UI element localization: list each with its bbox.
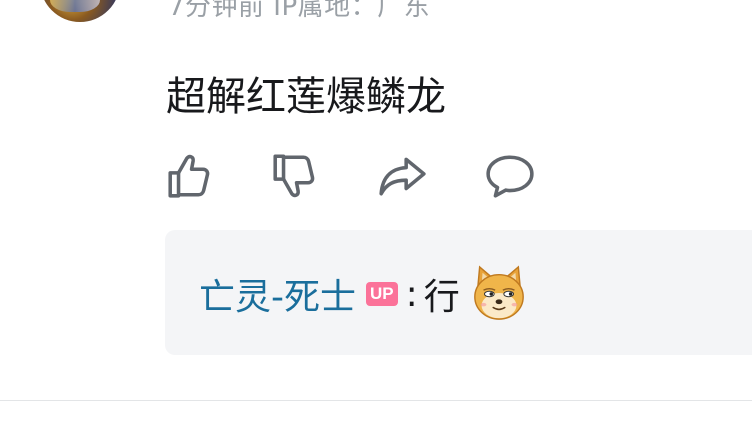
reply-username[interactable]: 亡灵-死士 [199, 268, 356, 320]
comment-meta: 7分钟前 IP属地：广东 [168, 0, 431, 22]
sub-reply-box[interactable]: 亡灵-死士 UP : 行 [165, 230, 752, 355]
thumbs-up-icon [168, 154, 210, 198]
comment-page: 7分钟前 IP属地：广东 超解红莲爆鳞龙 亡灵-死士 UP: 行 [0, 0, 752, 423]
share-button[interactable] [376, 150, 428, 202]
avatar[interactable] [40, 0, 120, 22]
up-badge: UP [366, 282, 398, 306]
like-button[interactable] [164, 150, 216, 202]
dislike-button[interactable] [269, 150, 321, 202]
share-icon [379, 157, 426, 196]
comment-bubble-icon [486, 155, 534, 198]
doge-emoji-icon [473, 265, 524, 320]
reply-text: 行 [423, 277, 460, 318]
reply-separator: : [405, 273, 418, 315]
divider [0, 400, 752, 401]
thumbs-down-icon [273, 154, 315, 198]
comment-text: 超解红莲爆鳞龙 [166, 74, 446, 120]
sub-reply: 亡灵-死士 UP : 行 [199, 265, 528, 322]
reply-button[interactable] [484, 150, 536, 202]
